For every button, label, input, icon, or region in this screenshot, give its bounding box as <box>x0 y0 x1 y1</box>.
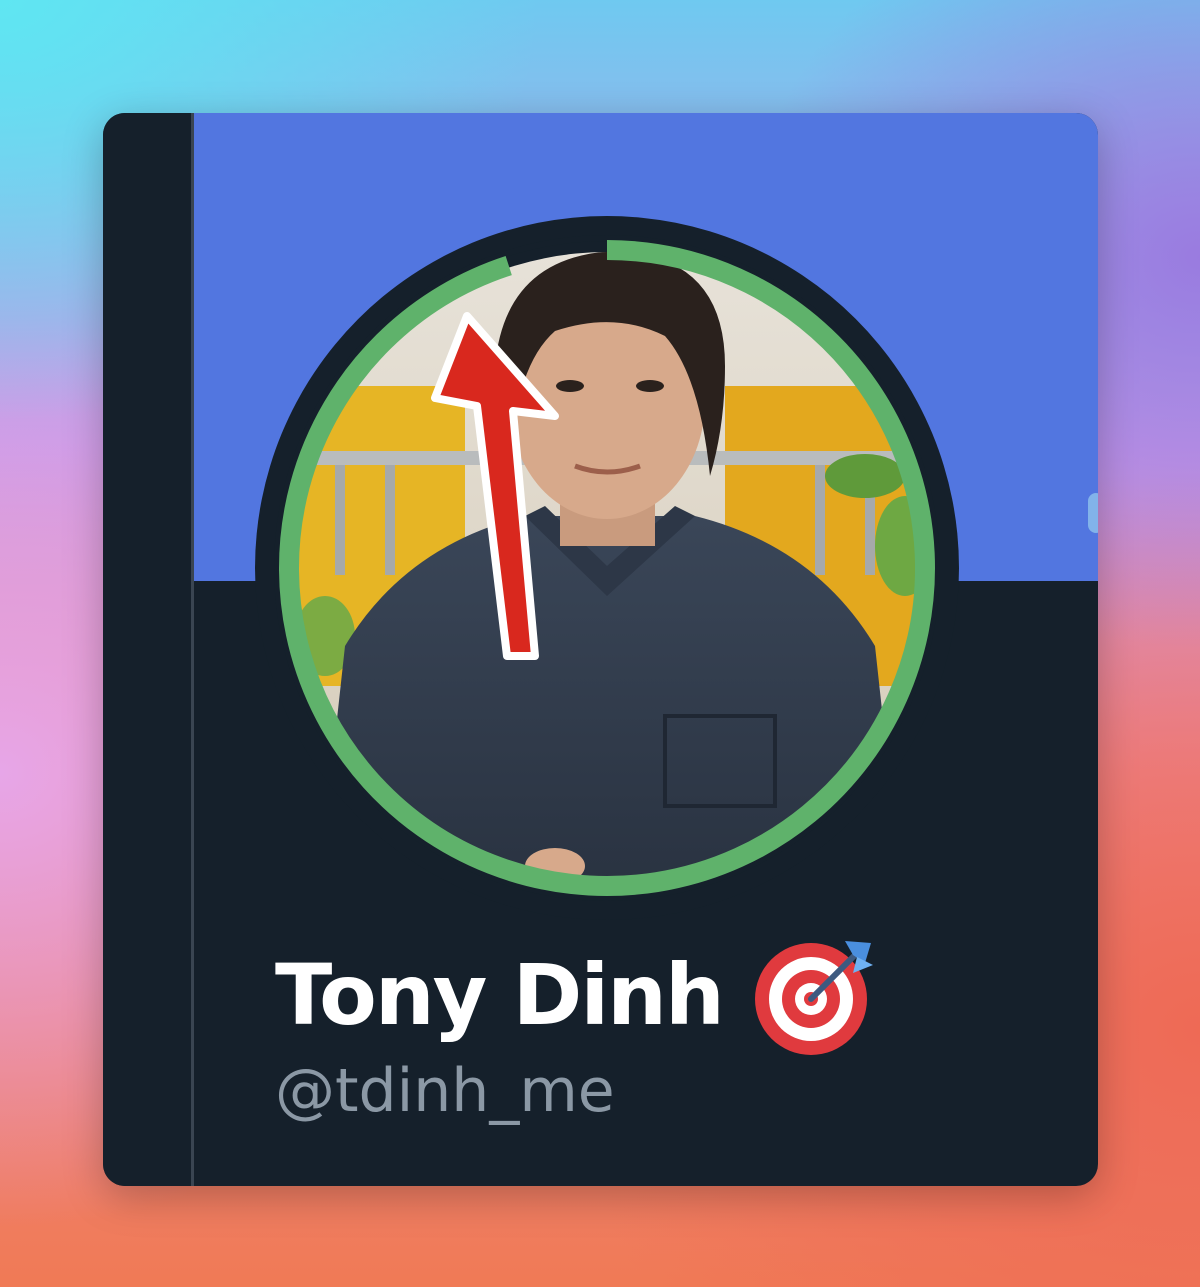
banner-edge-indicator <box>1088 493 1098 533</box>
display-name[interactable]: Tony Dinh <box>275 953 725 1037</box>
direct-hit-target-icon <box>754 941 873 1055</box>
name-row: Tony Dinh <box>275 933 877 1057</box>
sidebar-rail <box>103 113 194 1186</box>
profile-card: Tony Dinh @tdinh_me <box>103 113 1098 1186</box>
avatar[interactable] <box>255 216 959 920</box>
avatar-photo <box>274 235 940 901</box>
user-handle[interactable]: @tdinh_me <box>275 1061 615 1121</box>
